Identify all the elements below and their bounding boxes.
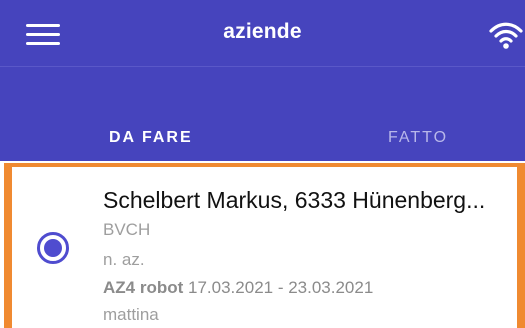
top-app-bar: aziende	[0, 0, 525, 66]
robot-label: AZ4 robot	[103, 278, 184, 297]
item-org: BVCH	[103, 220, 151, 239]
page-title: aziende	[223, 20, 302, 43]
tab-bar: DA FARE FATTO	[0, 67, 525, 161]
item-title: Schelbert Markus, 6333 Hünenberg...	[103, 187, 486, 213]
radio-selected-dot	[44, 239, 62, 257]
item-id-label: n. az.	[103, 250, 145, 269]
item-robot-date: AZ4 robot 17.03.2021 - 23.03.2021	[103, 278, 373, 298]
wifi-icon	[487, 20, 525, 50]
date-range: 17.03.2021 - 23.03.2021	[188, 278, 374, 297]
item-time-of-day: mattina	[103, 305, 159, 324]
tab-fatto[interactable]: FATTO	[388, 129, 448, 147]
app-screen: aziende DA FARE FATTO Schelbert Markus, …	[0, 0, 525, 328]
tab-da-fare[interactable]: DA FARE	[109, 129, 193, 147]
selection-radio[interactable]	[37, 232, 69, 264]
